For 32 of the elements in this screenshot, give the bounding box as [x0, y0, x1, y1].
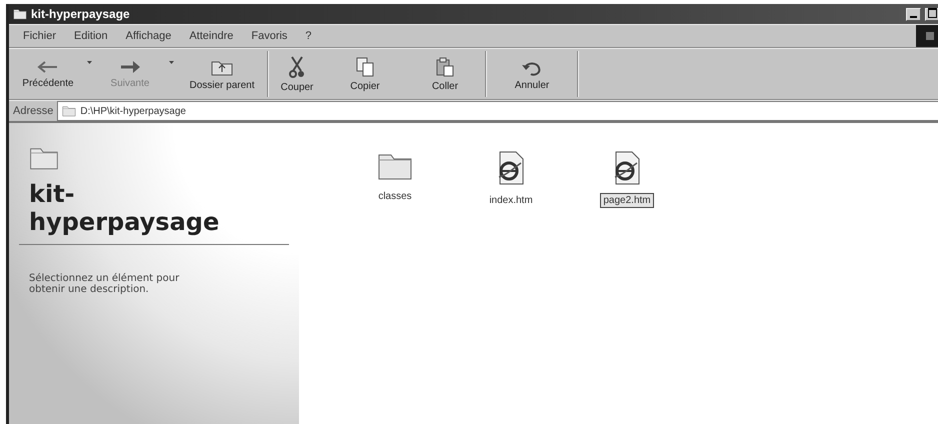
folder-icon [62, 105, 76, 117]
web-document-icon [612, 151, 642, 185]
toolbar-button[interactable]: Précédente [13, 49, 83, 99]
web-document-icon [496, 151, 526, 185]
menu-item[interactable]: ? [297, 28, 320, 44]
file-name[interactable]: classes [375, 189, 415, 204]
minimize-button[interactable] [906, 8, 921, 20]
address-field[interactable]: D:\HP\kit-hyperpaysage [57, 101, 938, 121]
right-arrow-icon [119, 60, 141, 74]
folder-icon [13, 8, 27, 20]
left-arrow-icon [37, 60, 59, 74]
toolbar-button[interactable]: Dossier parent [177, 49, 267, 99]
file-name[interactable]: page2.htm [600, 193, 654, 208]
file-name[interactable]: index.htm [486, 193, 536, 208]
clipboard-icon [435, 56, 455, 76]
toolbar-button[interactable]: Couper [269, 49, 325, 99]
description-text: Sélectionnez un élément pour obtenir une description. [29, 273, 180, 296]
folder-title: kit-hyperpaysage [29, 181, 220, 236]
toolbar-button[interactable]: Copier [325, 49, 405, 99]
toolbar-button[interactable]: Annuler [487, 49, 577, 99]
window-title: kit-hyperpaysage [31, 7, 131, 21]
address-label: Adresse [12, 105, 54, 117]
menu-item[interactable]: Atteindre [181, 28, 242, 44]
dropdown-arrow-icon[interactable] [86, 61, 92, 64]
maximize-button[interactable] [925, 8, 938, 20]
scissors-icon [288, 56, 306, 78]
menu-item[interactable]: Edition [66, 28, 116, 44]
toolbar-button[interactable]: Coller [405, 49, 485, 99]
menu-item[interactable]: Fichier [15, 28, 64, 44]
menu-item[interactable]: Favoris [243, 28, 296, 44]
menu-item[interactable]: Affichage [118, 28, 180, 44]
copy-icon [355, 56, 375, 76]
